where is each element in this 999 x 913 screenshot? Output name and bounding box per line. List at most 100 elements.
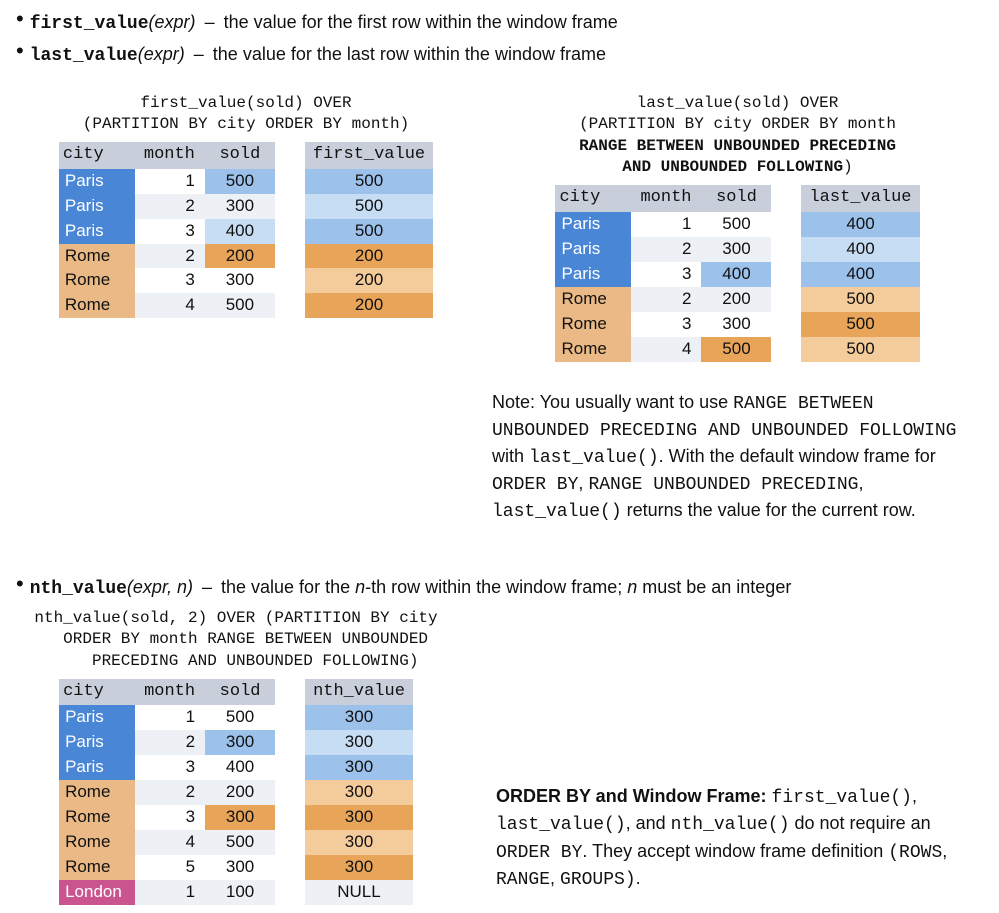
footer-code: nth_value() bbox=[671, 815, 790, 835]
nth-value-input-table: city month sold Paris1500Paris2300Paris3… bbox=[59, 679, 275, 905]
footer-text: , bbox=[942, 841, 947, 861]
cell-city: Paris bbox=[555, 212, 631, 237]
cell-sold: 200 bbox=[205, 244, 275, 269]
examples-row: first_value(sold) OVER (PARTITION BY cit… bbox=[16, 93, 983, 526]
cell-sold: 300 bbox=[205, 805, 275, 830]
footer-text: , bbox=[550, 868, 560, 888]
fn-desc: the value for the last row within the wi… bbox=[213, 44, 606, 64]
cell-month: 1 bbox=[135, 705, 205, 730]
cell-result: 200 bbox=[305, 268, 433, 293]
th-sold: sold bbox=[205, 679, 275, 706]
sql-caption-nth: nth_value(sold, 2) OVER (PARTITION BY ci… bbox=[16, 608, 456, 673]
cell-month: 2 bbox=[135, 730, 205, 755]
table-row: Paris3400 bbox=[59, 755, 275, 780]
note-text: . With the default window frame for bbox=[659, 446, 936, 466]
cell-city: Paris bbox=[555, 262, 631, 287]
footer-text: , bbox=[912, 786, 917, 806]
fn-desc: the value for the first row within the w… bbox=[224, 12, 618, 32]
caption-line-bold: AND UNBOUNDED FOLLOWING bbox=[622, 158, 843, 176]
note-text: , bbox=[858, 473, 863, 493]
caption-line: last_value(sold) OVER bbox=[637, 94, 839, 112]
bullet-dot-icon: • bbox=[16, 40, 24, 62]
table-row: Rome5300 bbox=[59, 855, 275, 880]
cell-sold: 300 bbox=[205, 194, 275, 219]
cell-sold: 400 bbox=[205, 219, 275, 244]
cell-month: 3 bbox=[631, 312, 701, 337]
cell-result: 500 bbox=[305, 194, 433, 219]
footer-text: . bbox=[636, 868, 641, 888]
th-sold: sold bbox=[205, 142, 275, 169]
table-row: Rome2200 bbox=[59, 780, 275, 805]
cell-month: 3 bbox=[135, 755, 205, 780]
cell-month: 3 bbox=[631, 262, 701, 287]
cell-result: 500 bbox=[305, 169, 433, 194]
table-row: Paris2300 bbox=[59, 194, 275, 219]
cell-city: Rome bbox=[59, 780, 135, 805]
th-month: month bbox=[631, 185, 701, 212]
cell-month: 4 bbox=[135, 830, 205, 855]
cell-city: Rome bbox=[59, 244, 135, 269]
note-text: returns the value for the current row. bbox=[622, 500, 916, 520]
table-row: 400 bbox=[801, 212, 919, 237]
cell-month: 1 bbox=[631, 212, 701, 237]
cell-month: 3 bbox=[135, 805, 205, 830]
table-row: 300 bbox=[305, 705, 413, 730]
th-last: last_value bbox=[801, 185, 919, 212]
cell-month: 2 bbox=[135, 780, 205, 805]
cell-month: 3 bbox=[135, 268, 205, 293]
table-row: Paris2300 bbox=[555, 237, 771, 262]
note-code: ORDER BY bbox=[492, 475, 578, 495]
fn-desc-part: -th row within the window frame; bbox=[365, 577, 627, 597]
bullet-text: first_value(expr) – the value for the fi… bbox=[30, 10, 618, 36]
table-row: Paris3400 bbox=[59, 219, 275, 244]
table-row: 400 bbox=[801, 237, 919, 262]
table-row: 300 bbox=[305, 755, 413, 780]
cell-result: 300 bbox=[305, 855, 413, 880]
cell-city: Rome bbox=[59, 830, 135, 855]
th-first: first_value bbox=[305, 142, 433, 169]
th-month: month bbox=[135, 142, 205, 169]
cell-month: 4 bbox=[135, 293, 205, 318]
cell-sold: 400 bbox=[701, 262, 771, 287]
cell-city: Rome bbox=[59, 855, 135, 880]
cell-result: 500 bbox=[305, 219, 433, 244]
cell-result: 300 bbox=[305, 705, 413, 730]
dash: – bbox=[205, 12, 215, 32]
cell-sold: 400 bbox=[205, 755, 275, 780]
fn-arg: (expr, n) bbox=[127, 577, 193, 597]
cell-month: 2 bbox=[135, 194, 205, 219]
footer-text: do not require an bbox=[790, 813, 931, 833]
th-city: city bbox=[555, 185, 631, 212]
table-row: Rome4500 bbox=[59, 293, 275, 318]
first-value-example: first_value(sold) OVER (PARTITION BY cit… bbox=[16, 93, 476, 526]
dash: – bbox=[202, 577, 212, 597]
th-month: month bbox=[135, 679, 205, 706]
nth-value-tables: city month sold Paris1500Paris2300Paris3… bbox=[16, 679, 456, 905]
cell-result: 200 bbox=[305, 244, 433, 269]
cell-sold: 500 bbox=[205, 169, 275, 194]
caption-line: ) bbox=[843, 158, 853, 176]
dash: – bbox=[194, 44, 204, 64]
note-code: last_value() bbox=[529, 448, 659, 468]
table-row: Rome3300 bbox=[59, 805, 275, 830]
table-row: Rome2200 bbox=[59, 244, 275, 269]
note-code: RANGE UNBOUNDED PRECEDING bbox=[588, 475, 858, 495]
th-city: city bbox=[59, 142, 135, 169]
cell-result: 400 bbox=[801, 262, 919, 287]
table-row: Paris1500 bbox=[59, 169, 275, 194]
footer-code: last_value() bbox=[496, 815, 626, 835]
cell-city: Paris bbox=[59, 219, 135, 244]
cell-result: 300 bbox=[305, 830, 413, 855]
table-row: Rome3300 bbox=[555, 312, 771, 337]
bullet-dot-icon: • bbox=[16, 573, 24, 595]
table-row: Rome2200 bbox=[555, 287, 771, 312]
footer-code: (ROWS bbox=[888, 843, 942, 863]
cell-sold: 500 bbox=[205, 830, 275, 855]
table-row: 200 bbox=[305, 268, 433, 293]
table-row: 300 bbox=[305, 780, 413, 805]
cell-sold: 500 bbox=[205, 705, 275, 730]
table-row: Paris1500 bbox=[555, 212, 771, 237]
cell-city: Rome bbox=[59, 293, 135, 318]
cell-result: 400 bbox=[801, 237, 919, 262]
table-row: 200 bbox=[305, 244, 433, 269]
